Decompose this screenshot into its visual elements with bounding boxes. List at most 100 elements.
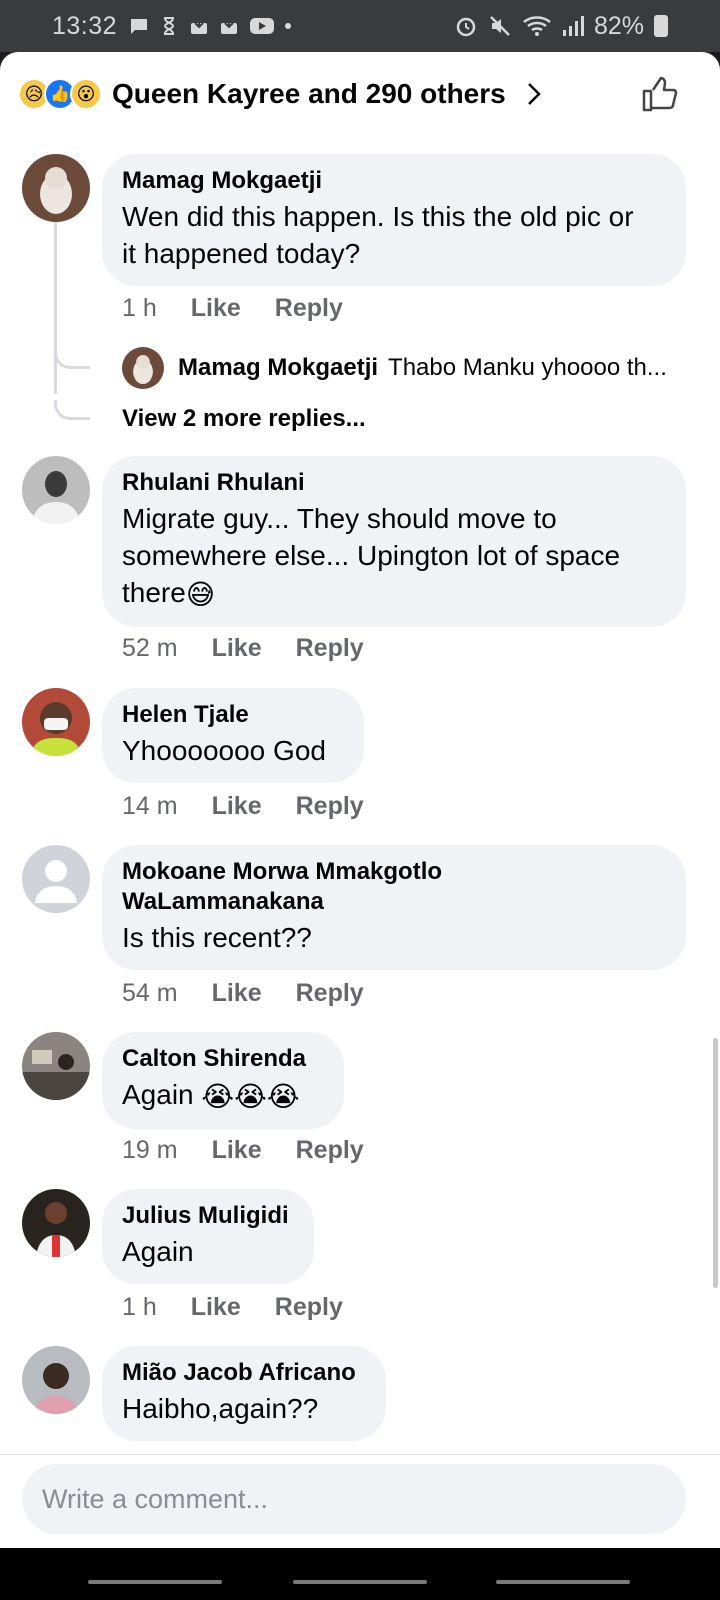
comment-author[interactable]: Calton Shirenda	[122, 1044, 324, 1074]
comment-actions: 1 h Like Reply	[122, 1293, 343, 1322]
reply-button[interactable]: Reply	[296, 634, 364, 663]
like-icon[interactable]	[640, 74, 680, 114]
comment-text: Migrate guy... They should move to somew…	[122, 500, 666, 613]
system-nav-bar	[0, 1548, 720, 1600]
comment-text: Wen did this happen. Is this the old pic…	[122, 198, 666, 272]
like-button[interactable]: Like	[191, 1293, 241, 1322]
reply-snippet: Thabo Manku yhoooo th...	[388, 354, 667, 381]
comment-time: 52 m	[122, 634, 178, 662]
comment-time: 1 h	[122, 294, 157, 322]
comment-text: Haibho,again??	[122, 1393, 319, 1424]
grinning-sweat-emoji: 😅	[185, 579, 216, 611]
comment-author[interactable]: Mamag Mokgaetji	[122, 166, 666, 196]
avatar[interactable]	[22, 1346, 90, 1414]
wow-reaction-icon: 😮	[70, 78, 102, 110]
comment-author[interactable]: Rhulani Rhulani	[122, 468, 666, 498]
nav-recents-button[interactable]	[496, 1580, 630, 1584]
reply-button[interactable]: Reply	[275, 294, 343, 323]
status-time: 13:32	[52, 11, 118, 40]
reply-button[interactable]: Reply	[296, 1136, 364, 1165]
comment-time: 19 m	[122, 1136, 178, 1164]
comment-bubble: Mokoane Morwa Mmakgotlo WaLammanakana Is…	[102, 845, 686, 970]
comment-bubble: Calton Shirenda Again 😭😭😭	[102, 1032, 344, 1130]
chevron-right-icon	[527, 83, 541, 105]
comment-actions: 52 m Like Reply	[122, 634, 364, 663]
avatar[interactable]	[22, 688, 90, 756]
reply-button[interactable]: Reply	[296, 792, 364, 821]
comment-text-line: somewhere else... Upington lot of space	[122, 540, 621, 571]
alarm-icon	[456, 17, 476, 37]
download-icon	[221, 18, 238, 34]
comment-author[interactable]: Mokoane Morwa Mmakgotlo WaLammanakana	[122, 857, 666, 917]
avatar[interactable]	[22, 845, 90, 913]
nav-back-button[interactable]	[88, 1580, 222, 1584]
comment-bubble: Mamag Mokgaetji Wen did this happen. Is …	[102, 154, 686, 286]
comment-time: 14 m	[122, 792, 178, 820]
status-right: 82%	[454, 0, 668, 52]
comment-actions: 14 m Like Reply	[122, 792, 364, 821]
crying-emoji: 😭😭😭	[201, 1081, 300, 1113]
scrollbar[interactable]	[713, 1038, 718, 1288]
comment-time: 1 h	[122, 1293, 157, 1321]
signal-icon	[562, 16, 584, 36]
comment-author-line: WaLammanakana	[122, 888, 324, 915]
comment-text-line: Wen did this happen. Is this the old pic…	[122, 201, 634, 232]
comment-composer[interactable]	[22, 1464, 686, 1534]
comment-author[interactable]: Julius Muligidi	[122, 1201, 294, 1231]
comment-input[interactable]	[42, 1483, 686, 1515]
battery-percent: 82%	[593, 11, 644, 40]
reaction-summary: Queen Kayree and 290 others	[112, 78, 506, 109]
comment-text: Is this recent??	[122, 922, 312, 953]
reactions-header[interactable]: 😥 👍 😮 Queen Kayree and 290 others	[0, 52, 720, 136]
comment-actions: 19 m Like Reply	[122, 1136, 364, 1165]
avatar[interactable]	[22, 1189, 90, 1257]
reply-author[interactable]: Mamag Mokgaetji	[178, 354, 378, 382]
comment-bubble: Helen Tjale Yhooooooo God	[102, 688, 364, 783]
reply-button[interactable]: Reply	[296, 979, 364, 1008]
comment-text-line: it happened today?	[122, 238, 361, 269]
like-button[interactable]: Like	[212, 1136, 262, 1165]
comment-text-line: Migrate guy... They should move to	[122, 503, 557, 534]
avatar[interactable]	[22, 154, 90, 222]
like-button[interactable]: Like	[212, 634, 262, 663]
avatar[interactable]	[122, 347, 164, 389]
avatar[interactable]	[22, 456, 90, 524]
comment-author[interactable]: Mião Jacob Africano	[122, 1358, 366, 1388]
avatar[interactable]	[22, 1032, 90, 1100]
mute-icon	[490, 16, 510, 36]
hourglass-icon	[164, 17, 175, 35]
comment-bubble: Mião Jacob Africano Haibho,again??	[102, 1346, 386, 1441]
comment-actions: 1 h Like Reply	[122, 294, 343, 323]
battery-icon	[654, 15, 668, 37]
comments-sheet: 😥 👍 😮 Queen Kayree and 290 others Mamag …	[0, 52, 720, 1548]
download-icon	[191, 18, 208, 34]
thread-branch	[54, 349, 90, 369]
reply-button[interactable]: Reply	[275, 1293, 343, 1322]
comment-author-line: Mokoane Morwa Mmakgotlo	[122, 858, 443, 885]
comment-text: Yhooooooo God	[122, 735, 326, 766]
like-button[interactable]: Like	[191, 294, 241, 323]
thread-branch	[54, 400, 90, 420]
like-button[interactable]: Like	[212, 979, 262, 1008]
comment-time: 54 m	[122, 979, 178, 1007]
comment-text: Again	[122, 1236, 194, 1267]
like-button[interactable]: Like	[212, 792, 262, 821]
comment-author[interactable]: Helen Tjale	[122, 700, 344, 730]
comment-text-line: there😅	[122, 574, 666, 613]
nav-home-button[interactable]	[293, 1580, 427, 1584]
wifi-icon	[523, 16, 551, 36]
status-bar: 13:32 82%	[0, 0, 720, 52]
thread-line	[54, 204, 57, 394]
divider	[0, 1454, 720, 1455]
view-more-replies-link[interactable]: View 2 more replies...	[122, 405, 366, 433]
comment-bubble: Julius Muligidi Again	[102, 1189, 314, 1284]
comment-actions: 54 m Like Reply	[122, 979, 364, 1008]
comment-text: Again 😭😭😭	[122, 1076, 324, 1115]
notification-icons	[129, 17, 292, 35]
youtube-icon	[250, 18, 275, 34]
message-icon	[131, 19, 148, 34]
reply-preview[interactable]: Mamag Mokgaetji Thabo Manku yhoooo th...	[122, 347, 674, 389]
reaction-icons: 😥 👍 😮	[18, 78, 102, 110]
comment-bubble: Rhulani Rhulani Migrate guy... They shou…	[102, 456, 686, 628]
more-notifications-dot	[285, 23, 292, 29]
